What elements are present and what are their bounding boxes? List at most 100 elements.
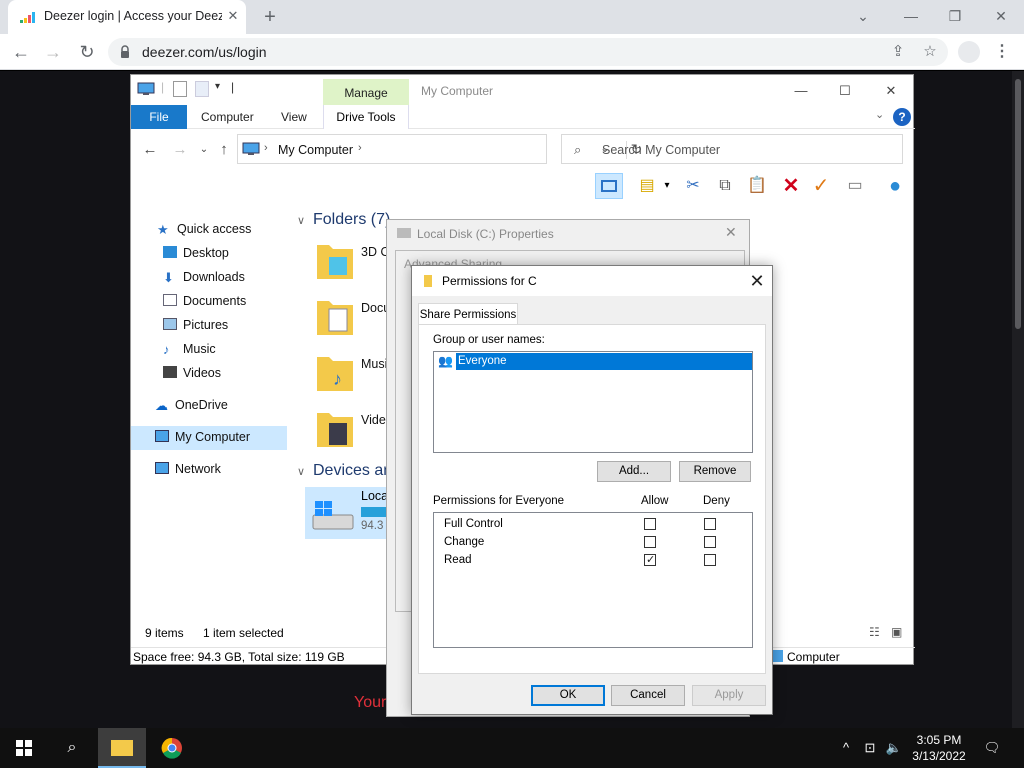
bookmark-star-icon[interactable]: ☆ (920, 42, 940, 62)
nav-label: OneDrive (175, 398, 228, 412)
command-toolbar: ▤ ▾ ✂ ⧉ 📋 ✕ ✓ ▭ ● (591, 171, 915, 201)
menu-dots-icon[interactable]: ⋮ (992, 41, 1012, 63)
volume-icon[interactable]: 🔈 (884, 738, 904, 758)
paste-icon[interactable]: 📋 (743, 173, 771, 199)
nav-quick-access[interactable]: ★ Quick access (157, 218, 251, 240)
tab-computer[interactable]: Computer (201, 105, 254, 129)
folder-videos-icon[interactable] (315, 407, 355, 451)
properties-icon[interactable] (173, 81, 187, 97)
close-window-icon[interactable]: ✕ (986, 4, 1016, 28)
cancel-button[interactable]: Cancel (611, 685, 685, 706)
minimize-icon[interactable]: — (779, 79, 823, 103)
restore-icon[interactable]: ❐ (940, 4, 970, 28)
folder-documents-icon[interactable] (315, 295, 355, 339)
nav-label: Quick access (177, 222, 252, 236)
details-view-icon[interactable]: ☷ (869, 625, 880, 639)
deny-checkbox[interactable] (704, 536, 716, 548)
share-icon[interactable]: ⇪ (888, 42, 908, 62)
cut-icon[interactable]: ✂ (679, 173, 707, 199)
chevron-up-icon[interactable]: ^ (836, 738, 856, 758)
delete-icon[interactable]: ✕ (777, 173, 805, 199)
back-arrow-icon[interactable]: ← (8, 39, 34, 65)
address-bar[interactable]: deezer.com/us/login ⇪ ☆ (108, 38, 948, 66)
nav-videos[interactable]: Videos (163, 362, 221, 384)
manage-tab[interactable]: Manage (323, 79, 409, 105)
local-disk-item[interactable]: Local 94.3 (305, 487, 395, 539)
ok-button[interactable]: OK (531, 685, 605, 706)
chevron-right-icon[interactable]: › (264, 142, 268, 154)
tab-close-icon[interactable]: ✕ (224, 7, 242, 25)
group-user-list[interactable]: 👥 Everyone (433, 351, 753, 453)
allow-checkbox[interactable] (644, 536, 656, 548)
dropdown-icon[interactable]: ▾ (653, 173, 681, 199)
browser-tab[interactable]: Deezer login | Access your Deezer ✕ (8, 0, 246, 34)
checkmark-icon[interactable]: ✓ (807, 173, 835, 199)
chevron-right-icon[interactable]: › (358, 142, 362, 154)
close-icon[interactable]: ✕ (746, 270, 768, 292)
up-arrow-icon[interactable]: ↑ (213, 139, 235, 161)
globe-icon[interactable]: ● (881, 173, 909, 199)
notifications-icon[interactable]: 🗨 (982, 738, 1002, 758)
address-box[interactable]: › My Computer › ⌄ ↻ (237, 134, 642, 164)
nav-desktop[interactable]: Desktop (163, 242, 229, 264)
folders-header[interactable]: ∨ Folders (7) (297, 211, 390, 229)
browser-tab-bar: Deezer login | Access your Deezer ✕ + ⌄ … (0, 0, 1024, 34)
profile-avatar-icon[interactable] (958, 41, 980, 63)
nav-label: Downloads (183, 270, 245, 284)
preview-pane-icon[interactable] (595, 173, 623, 199)
reload-icon[interactable]: ↻ (74, 39, 100, 65)
customize-qat-icon[interactable]: ▾ (215, 81, 220, 92)
close-icon[interactable]: ✕ (725, 224, 737, 241)
expand-ribbon-icon[interactable]: ⌄ (875, 108, 884, 121)
remove-button[interactable]: Remove (679, 461, 751, 482)
allow-header: Allow (641, 495, 669, 507)
chrome-taskbar-icon[interactable] (148, 728, 196, 768)
nav-network[interactable]: Network (155, 458, 221, 480)
rename-icon[interactable]: ▭ (841, 173, 869, 199)
forward-arrow-icon[interactable]: → (169, 139, 191, 161)
back-arrow-icon[interactable]: ← (139, 139, 161, 161)
forward-arrow-icon[interactable]: → (40, 39, 66, 65)
apply-button[interactable]: Apply (692, 685, 766, 706)
help-icon[interactable]: ? (893, 108, 911, 126)
recent-locations-icon[interactable]: ⌄ (193, 139, 215, 161)
documents-icon (163, 294, 177, 306)
nav-documents[interactable]: Documents (163, 290, 246, 312)
allow-checkbox[interactable] (644, 518, 656, 530)
group-item-everyone[interactable]: Everyone (456, 353, 752, 370)
nav-onedrive[interactable]: ☁ OneDrive (155, 394, 228, 416)
allow-checkbox[interactable]: ✓ (644, 554, 656, 566)
minimize-icon[interactable]: — (896, 4, 926, 28)
nav-my-computer[interactable]: My Computer (155, 426, 250, 448)
clock[interactable]: 3:05 PM 3/13/2022 (904, 732, 974, 764)
page-scrollbar[interactable] (1012, 71, 1024, 728)
search-icon[interactable]: ⌕ (48, 728, 96, 768)
props-title: Local Disk (C:) Properties (417, 227, 554, 241)
tab-file[interactable]: File (131, 105, 187, 129)
close-icon[interactable]: ✕ (869, 79, 913, 103)
search-input[interactable]: ⌕ Search My Computer (561, 134, 903, 164)
nav-music[interactable]: ♪ Music (163, 338, 216, 360)
tab-search-icon[interactable]: ⌄ (848, 4, 878, 28)
permission-row-read: Read ✓ (444, 551, 744, 569)
copy-icon[interactable]: ⧉ (711, 173, 739, 199)
nav-downloads[interactable]: ⬇ Downloads (163, 266, 245, 288)
add-button[interactable]: Add... (597, 461, 671, 482)
folder-music-icon[interactable]: ♪ (315, 351, 355, 395)
nav-pictures[interactable]: Pictures (163, 314, 228, 336)
tab-drive-tools[interactable]: Drive Tools (323, 105, 409, 129)
network-tray-icon[interactable]: ⊡ (860, 738, 880, 758)
folder-name[interactable]: Musi (361, 357, 387, 371)
deny-checkbox[interactable] (704, 554, 716, 566)
file-explorer-taskbar-icon[interactable] (98, 728, 146, 768)
tab-share-permissions[interactable]: Share Permissions (418, 303, 518, 325)
maximize-icon[interactable]: ☐ (823, 79, 867, 103)
folder-3d-objects-icon[interactable] (315, 239, 355, 283)
large-icons-view-icon[interactable]: ▣ (891, 625, 902, 639)
windows-start-icon[interactable] (0, 728, 48, 768)
tab-view[interactable]: View (281, 105, 307, 129)
new-tab-button[interactable]: + (258, 5, 282, 29)
new-folder-icon[interactable] (195, 81, 209, 97)
deny-checkbox[interactable] (704, 518, 716, 530)
scrollbar-thumb[interactable] (1015, 79, 1021, 329)
